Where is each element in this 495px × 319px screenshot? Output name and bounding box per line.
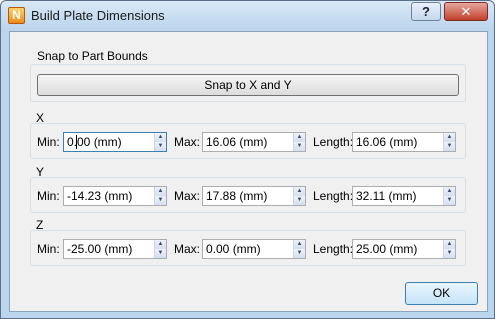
title-bar[interactable]: N Build Plate Dimensions ? ✕ (1, 1, 494, 31)
window-title: Build Plate Dimensions (31, 8, 165, 23)
spin-down-icon[interactable]: ▼ (294, 249, 305, 258)
x-length-value: 16.06 (mm) (356, 135, 418, 149)
spin-down-icon[interactable]: ▼ (444, 249, 455, 258)
help-button[interactable]: ? (411, 2, 441, 21)
snap-to-xy-button[interactable]: Snap to X and Y (37, 74, 459, 96)
spin-up-icon[interactable]: ▲ (444, 240, 455, 249)
spin-down-icon[interactable]: ▼ (294, 196, 305, 205)
spin-down-icon[interactable]: ▼ (444, 142, 455, 151)
y-length-label: Length: (313, 189, 354, 203)
spin-down-icon[interactable]: ▼ (155, 249, 166, 258)
spin-up-icon[interactable]: ▲ (155, 187, 166, 196)
spin-down-icon[interactable]: ▼ (155, 196, 166, 205)
spin-up-icon[interactable]: ▲ (444, 187, 455, 196)
z-min-spinner: ▲ ▼ (154, 240, 166, 258)
z-max-label: Max: (174, 242, 201, 256)
text-caret (76, 135, 77, 149)
y-length-spinner: ▲ ▼ (443, 187, 455, 205)
y-min-spinner: ▲ ▼ (154, 187, 166, 205)
z-max-value: 0.00 (mm) (206, 242, 261, 256)
spin-down-icon[interactable]: ▼ (294, 142, 305, 151)
spin-up-icon[interactable]: ▲ (155, 133, 166, 142)
x-min-label: Min: (37, 135, 60, 149)
y-max-value: 17.88 (mm) (206, 189, 268, 203)
y-length-field[interactable]: 32.11 (mm) ▲ ▼ (352, 186, 456, 206)
spin-up-icon[interactable]: ▲ (155, 240, 166, 249)
z-max-spinner: ▲ ▼ (293, 240, 305, 258)
z-min-field[interactable]: -25.00 (mm) ▲ ▼ (63, 239, 167, 259)
spin-up-icon[interactable]: ▲ (294, 133, 305, 142)
y-min-label: Min: (37, 189, 60, 203)
z-length-label: Length: (313, 242, 354, 256)
ok-button[interactable]: OK (405, 282, 478, 305)
z-min-label: Min: (37, 242, 60, 256)
z-length-value: 25.00 (mm) (356, 242, 418, 256)
x-max-label: Max: (174, 135, 201, 149)
z-length-spinner: ▲ ▼ (443, 240, 455, 258)
y-max-field[interactable]: 17.88 (mm) ▲ ▼ (202, 186, 306, 206)
spin-up-icon[interactable]: ▲ (294, 187, 305, 196)
x-max-spinner: ▲ ▼ (293, 133, 305, 151)
y-min-value: -14.23 (mm) (67, 189, 133, 203)
z-min-value: -25.00 (mm) (67, 242, 133, 256)
y-length-value: 32.11 (mm) (356, 189, 417, 203)
dialog-window: N Build Plate Dimensions ? ✕ Snap to Par… (0, 0, 495, 319)
x-min-spinner: ▲ ▼ (154, 133, 166, 151)
dialog-client-area: Snap to Part Bounds Snap to X and Y X Mi… (9, 31, 488, 312)
y-max-label: Max: (174, 189, 201, 203)
spin-down-icon[interactable]: ▼ (444, 196, 455, 205)
z-max-field[interactable]: 0.00 (mm) ▲ ▼ (202, 239, 306, 259)
y-min-field[interactable]: -14.23 (mm) ▲ ▼ (63, 186, 167, 206)
x-length-field[interactable]: 16.06 (mm) ▲ ▼ (352, 132, 456, 152)
close-button[interactable]: ✕ (444, 2, 488, 21)
x-max-value: 16.06 (mm) (206, 135, 268, 149)
app-logo-icon: N (8, 7, 25, 24)
y-max-spinner: ▲ ▼ (293, 187, 305, 205)
spin-up-icon[interactable]: ▲ (444, 133, 455, 142)
x-length-spinner: ▲ ▼ (443, 133, 455, 151)
spin-up-icon[interactable]: ▲ (294, 240, 305, 249)
z-length-field[interactable]: 25.00 (mm) ▲ ▼ (352, 239, 456, 259)
spin-down-icon[interactable]: ▼ (155, 142, 166, 151)
snap-group-label: Snap to Part Bounds (37, 49, 148, 63)
x-length-label: Length: (313, 135, 354, 149)
x-min-field[interactable]: 0.00 (mm) ▲ ▼ (63, 132, 167, 152)
x-max-field[interactable]: 16.06 (mm) ▲ ▼ (202, 132, 306, 152)
